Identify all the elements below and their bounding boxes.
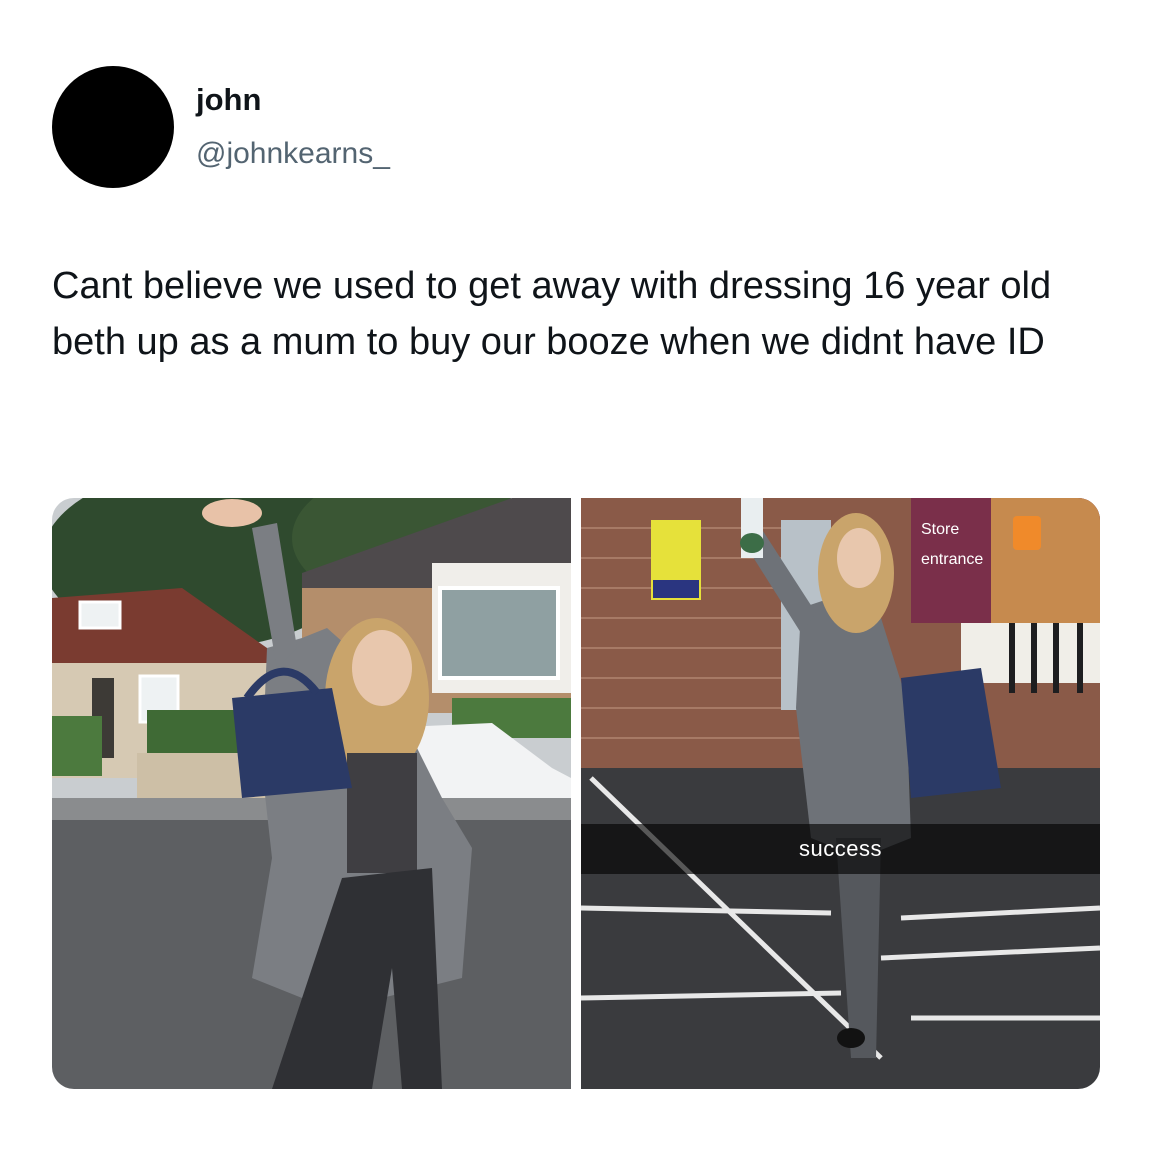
author-handle[interactable]: @johnkearns_: [196, 134, 390, 174]
tweet-photo-2[interactable]: Store entrance success: [581, 498, 1100, 1089]
tweet-media-grid: Store entrance success: [52, 498, 1100, 1089]
tweet-photo-1[interactable]: [52, 498, 571, 1089]
car-park-photo-illustration: Store entrance: [581, 498, 1100, 1089]
street-photo-illustration: [52, 498, 571, 1089]
author-display-name[interactable]: john: [196, 80, 261, 120]
snap-caption-bar: success: [581, 824, 1100, 874]
tweet-text: Cant believe we used to get away with dr…: [52, 265, 1052, 363]
sign-text-entrance: entrance: [921, 551, 983, 568]
avatar[interactable]: [52, 66, 174, 188]
snap-caption-text: success: [799, 836, 882, 861]
sign-text-store: Store: [921, 521, 959, 538]
